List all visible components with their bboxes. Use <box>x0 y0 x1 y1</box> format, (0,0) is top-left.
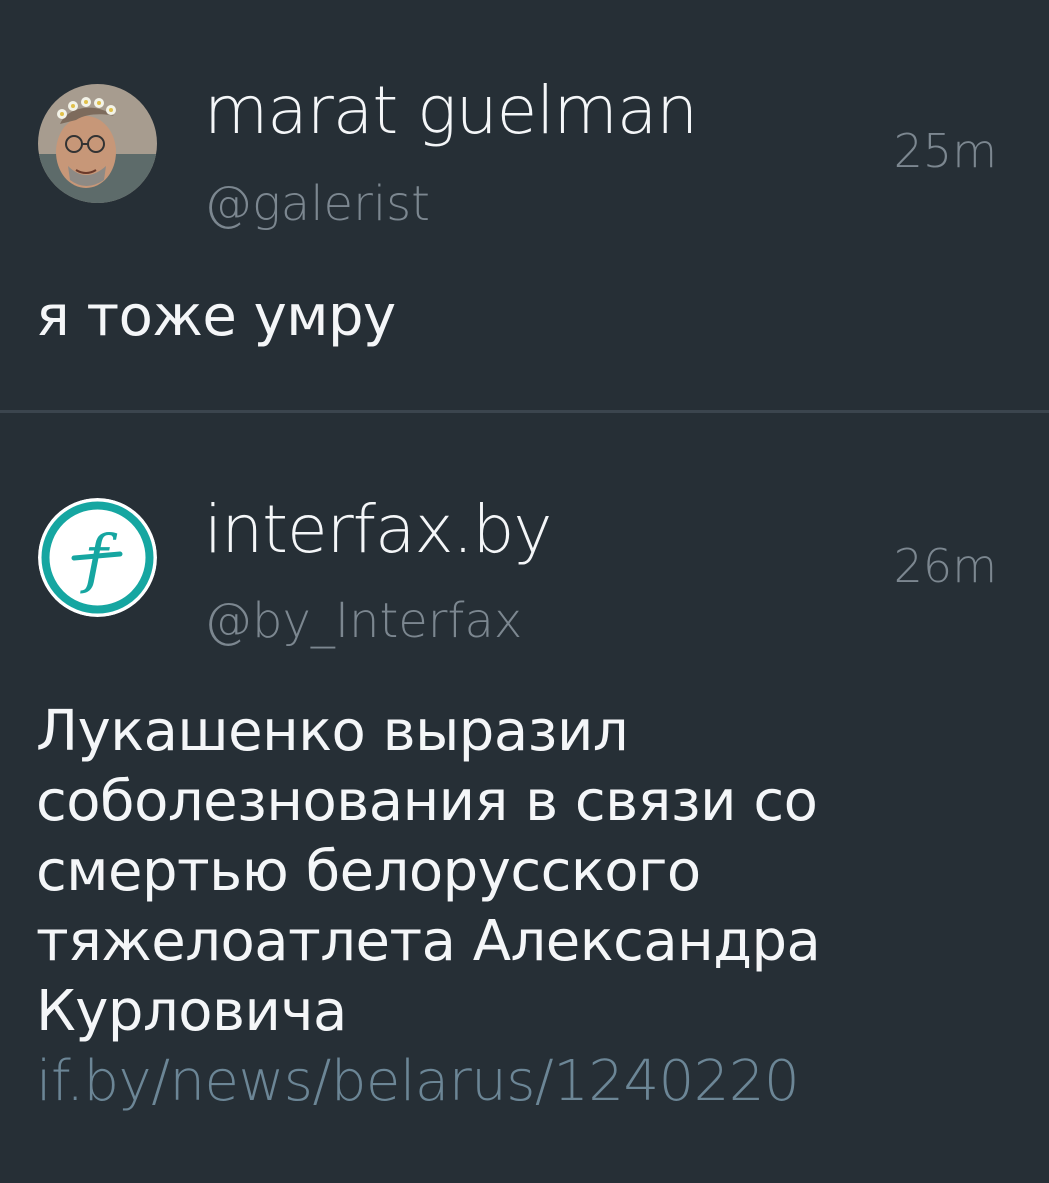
avatar[interactable]: f <box>38 498 157 617</box>
tweet-timestamp: 26m <box>893 539 997 593</box>
tweet-text-container: Лукашенко выразил соболезнования в связи… <box>36 697 996 1117</box>
avatar[interactable] <box>38 84 157 203</box>
tweet-item[interactable]: marat guelman @galerist 25m я тоже умру <box>0 0 1049 410</box>
user-handle[interactable]: @galerist <box>204 180 430 228</box>
tweet-text: я тоже умру <box>36 284 396 349</box>
user-photo-icon <box>38 84 157 203</box>
tweet-item[interactable]: f interfax.by @by_Interfax 26m Лукашенко… <box>0 413 1049 1183</box>
tweet-timestamp: 25m <box>893 124 997 178</box>
tweet-link[interactable]: if.by/news/belarus/1240220 <box>36 1049 800 1114</box>
interfax-logo-icon: f <box>38 498 157 617</box>
display-name[interactable]: marat guelman <box>204 78 698 144</box>
display-name[interactable]: interfax.by <box>204 497 552 563</box>
user-handle[interactable]: @by_Interfax <box>204 597 522 645</box>
tweet-text: Лукашенко выразил соболезнования в связи… <box>36 699 821 1044</box>
